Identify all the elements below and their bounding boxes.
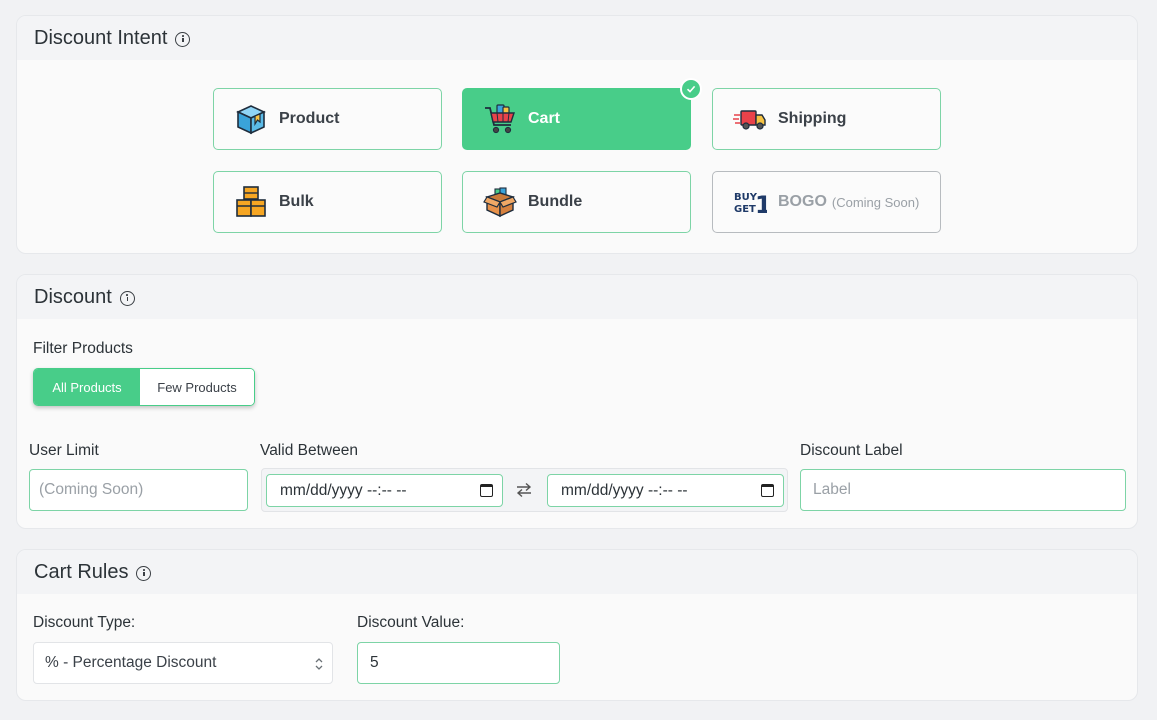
discount-value-label: Discount Value:	[357, 614, 465, 631]
all-products-button[interactable]: All Products	[34, 369, 140, 405]
intent-option-label: Shipping	[778, 110, 847, 127]
swap-arrows-icon	[515, 482, 533, 503]
intent-option-label: BOGO	[778, 193, 827, 210]
end-date-placeholder: mm/dd/yyyy --:-- --	[561, 481, 688, 499]
svg-text:1: 1	[755, 191, 767, 219]
discount-title: Discount	[34, 285, 112, 308]
filter-products-toggle: All Products Few Products	[33, 368, 255, 406]
discount-intent-header: Discount Intent	[17, 16, 1137, 60]
start-date-input[interactable]: mm/dd/yyyy --:-- --	[266, 474, 503, 507]
cart-rules-header: Cart Rules	[17, 550, 1137, 594]
shopping-cart-icon	[483, 102, 517, 136]
calendar-icon[interactable]	[761, 484, 774, 497]
intent-option-product[interactable]: Product	[213, 88, 442, 150]
end-date-input[interactable]: mm/dd/yyyy --:-- --	[547, 474, 784, 507]
product-box-icon	[234, 102, 268, 136]
few-products-button[interactable]: Few Products	[140, 369, 254, 405]
discount-type-value: % - Percentage Discount	[45, 654, 217, 671]
valid-between-label: Valid Between	[260, 442, 358, 459]
info-icon[interactable]	[136, 565, 152, 581]
delivery-truck-icon	[733, 102, 767, 136]
calendar-icon[interactable]	[480, 484, 493, 497]
info-icon[interactable]	[175, 31, 191, 47]
intent-option-shipping[interactable]: Shipping	[712, 88, 941, 150]
intent-option-cart[interactable]: Cart	[462, 78, 702, 150]
intent-option-bundle[interactable]: Bundle	[462, 171, 691, 233]
discount-card: Discount Filter Products All Products Fe…	[16, 274, 1138, 529]
select-arrows-icon	[314, 656, 324, 677]
coming-soon-note: (Coming Soon)	[831, 194, 920, 210]
filter-products-label: Filter Products	[33, 340, 133, 357]
discount-label-input[interactable]	[800, 469, 1126, 511]
intent-option-bogo[interactable]: BUY GET 1 BOGO (Coming Soon)	[712, 171, 941, 233]
discount-type-select[interactable]: % - Percentage Discount	[33, 642, 333, 684]
discount-value-input[interactable]	[357, 642, 560, 684]
intent-option-label: Bulk	[279, 193, 314, 210]
buy-get-one-icon: BUY GET 1	[733, 185, 767, 219]
user-limit-label: User Limit	[29, 442, 99, 459]
cart-rules-card: Cart Rules Discount Type: % - Percentage…	[16, 549, 1138, 701]
start-date-placeholder: mm/dd/yyyy --:-- --	[280, 481, 407, 499]
intent-option-label: Bundle	[528, 193, 583, 210]
discount-intent-title: Discount Intent	[34, 26, 168, 49]
discount-type-label: Discount Type:	[33, 614, 136, 631]
open-box-icon	[483, 185, 517, 219]
discount-label-label: Discount Label	[800, 442, 903, 459]
cart-rules-title: Cart Rules	[34, 560, 129, 583]
user-limit-input[interactable]	[29, 469, 248, 511]
discount-header: Discount	[17, 275, 1137, 319]
intent-option-label: Product	[279, 110, 340, 127]
intent-option-label: Cart	[528, 110, 561, 127]
svg-text:GET: GET	[734, 204, 756, 215]
selected-check-icon	[680, 78, 702, 100]
info-icon[interactable]	[119, 290, 135, 306]
intent-option-bulk[interactable]: Bulk	[213, 171, 442, 233]
valid-between-range: mm/dd/yyyy --:-- -- mm/dd/yyyy --:-- --	[261, 468, 788, 512]
stacked-boxes-icon	[234, 185, 268, 219]
discount-intent-card: Discount Intent Product Cart Shipping Bu…	[16, 15, 1138, 254]
